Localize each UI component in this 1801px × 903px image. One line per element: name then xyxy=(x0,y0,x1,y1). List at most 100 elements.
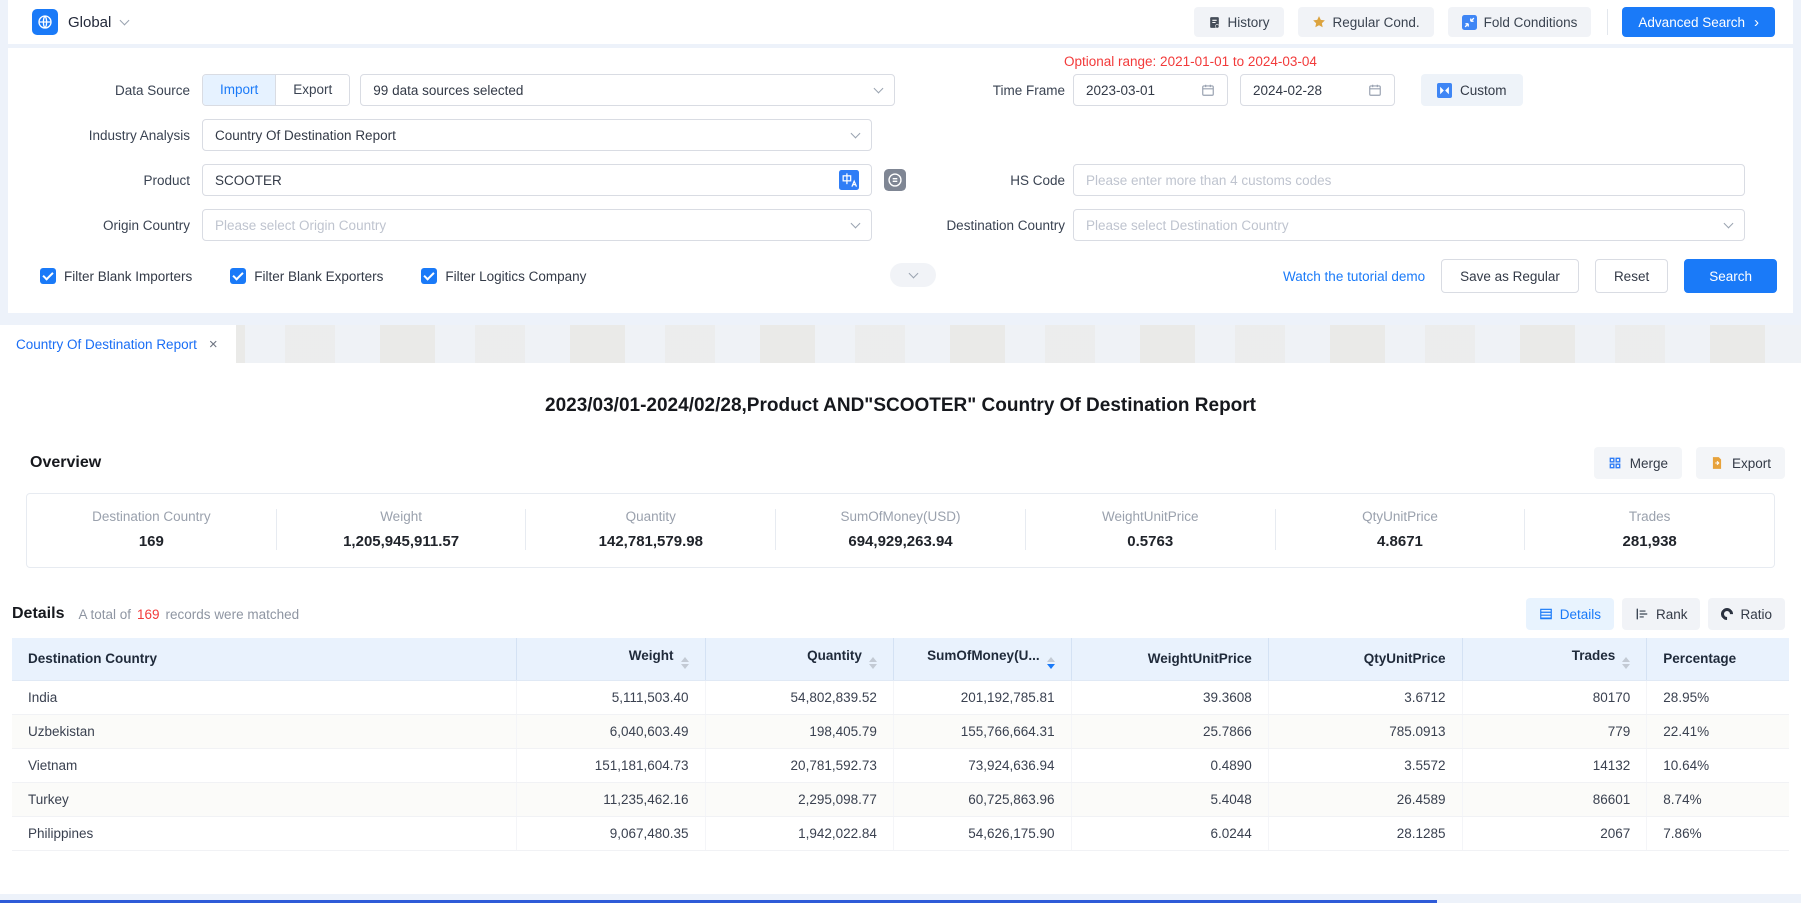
custom-range-button[interactable]: Custom xyxy=(1421,74,1523,106)
industry-analysis-value: Country Of Destination Report xyxy=(215,128,396,143)
total-count: 169 xyxy=(137,607,160,622)
chevron-down-icon xyxy=(851,129,861,139)
hs-code-input[interactable] xyxy=(1086,173,1732,188)
time-frame-label: Time Frame xyxy=(935,83,1065,98)
origin-country-placeholder: Please select Origin Country xyxy=(215,218,386,233)
chevron-right-icon: › xyxy=(1754,15,1759,30)
reset-button[interactable]: Reset xyxy=(1595,259,1668,293)
overview-actions: Merge Export xyxy=(1594,447,1785,479)
column-header-weight[interactable]: Weight xyxy=(517,638,705,680)
table-row[interactable]: Philippines9,067,480.351,942,022.8454,62… xyxy=(12,816,1789,850)
sort-icon[interactable] xyxy=(1047,657,1055,669)
checkbox-checked-icon xyxy=(421,268,437,284)
column-header-sumofmoney-u[interactable]: SumOfMoney(U... xyxy=(893,638,1071,680)
translate-icon[interactable] xyxy=(839,170,859,190)
cell-trades: 86601 xyxy=(1462,782,1647,816)
origin-country-label: Origin Country xyxy=(32,218,190,233)
filter-blank-exporters-checkbox[interactable]: Filter Blank Exporters xyxy=(230,268,383,284)
divider xyxy=(1607,9,1608,35)
stat-label: Quantity xyxy=(526,509,775,524)
table-row[interactable]: Vietnam151,181,604.7320,781,592.7373,924… xyxy=(12,748,1789,782)
cell-quantity: 20,781,592.73 xyxy=(705,748,893,782)
stat-label: QtyUnitPrice xyxy=(1276,509,1525,524)
end-date-input[interactable]: 2024-02-28 xyxy=(1240,74,1395,106)
details-heading: Details xyxy=(12,605,64,623)
cell-qtyunitprice: 26.4589 xyxy=(1268,782,1462,816)
destination-country-group: Destination Country Please select Destin… xyxy=(935,209,1745,241)
history-icon xyxy=(1208,16,1221,29)
custom-label: Custom xyxy=(1460,83,1507,98)
table-row[interactable]: India5,111,503.4054,802,839.52201,192,78… xyxy=(12,680,1789,714)
fold-conditions-button[interactable]: Fold Conditions xyxy=(1448,7,1592,37)
checkbox-label: Filter Blank Exporters xyxy=(254,269,383,284)
origin-country-select[interactable]: Please select Origin Country xyxy=(202,209,872,241)
cell-sumofmoney-u: 60,725,863.96 xyxy=(893,782,1071,816)
data-source-select[interactable]: 99 data sources selected xyxy=(360,74,895,106)
cell-trades: 14132 xyxy=(1462,748,1647,782)
checkbox-checked-icon xyxy=(230,268,246,284)
hs-code-group: HS Code xyxy=(935,164,1745,196)
table-row[interactable]: Turkey11,235,462.162,295,098.7760,725,86… xyxy=(12,782,1789,816)
history-button[interactable]: History xyxy=(1194,7,1284,37)
export-button[interactable]: Export xyxy=(1696,447,1785,479)
filter-blank-importers-checkbox[interactable]: Filter Blank Importers xyxy=(40,268,192,284)
region-switcher[interactable]: Global xyxy=(32,9,128,35)
chevron-down-icon xyxy=(1724,219,1734,229)
merge-button[interactable]: Merge xyxy=(1594,447,1682,479)
cell-sumofmoney-u: 155,766,664.31 xyxy=(893,714,1071,748)
calendar-icon xyxy=(1201,83,1215,97)
cell-weightunitprice: 5.4048 xyxy=(1071,782,1268,816)
search-button[interactable]: Search xyxy=(1684,259,1777,293)
import-tab[interactable]: Import xyxy=(203,75,275,105)
checkbox-checked-icon xyxy=(40,268,56,284)
cell-destination-country: Turkey xyxy=(12,782,517,816)
chevron-down-icon xyxy=(874,84,884,94)
table-row[interactable]: Uzbekistan6,040,603.49198,405.79155,766,… xyxy=(12,714,1789,748)
destination-country-placeholder: Please select Destination Country xyxy=(1086,218,1289,233)
data-source-label: Data Source xyxy=(32,83,190,98)
sort-icon[interactable] xyxy=(1622,657,1630,669)
export-icon xyxy=(1710,456,1724,470)
industry-analysis-select[interactable]: Country Of Destination Report xyxy=(202,119,872,151)
tutorial-link[interactable]: Watch the tutorial demo xyxy=(1283,269,1425,284)
total-prefix: A total of xyxy=(78,607,131,622)
overview-header: Overview Merge Export xyxy=(30,447,1785,479)
cell-sumofmoney-u: 201,192,785.81 xyxy=(893,680,1071,714)
destination-country-select[interactable]: Please select Destination Country xyxy=(1073,209,1745,241)
form-actions: Watch the tutorial demo Save as Regular … xyxy=(1283,259,1777,293)
details-table: Destination CountryWeightQuantitySumOfMo… xyxy=(12,638,1789,851)
chevron-down-icon xyxy=(851,219,861,229)
stat-label: Weight xyxy=(277,509,526,524)
cell-destination-country: Uzbekistan xyxy=(12,714,517,748)
time-frame-group: Time Frame 2023-03-01 2024-02-28 xyxy=(935,74,1745,106)
save-as-regular-button[interactable]: Save as Regular xyxy=(1441,259,1579,293)
row-data-source: Data Source Import Export 99 data source… xyxy=(32,74,1785,106)
column-header-quantity[interactable]: Quantity xyxy=(705,638,893,680)
start-date-input[interactable]: 2023-03-01 xyxy=(1073,74,1228,106)
stat-label: Destination Country xyxy=(27,509,276,524)
column-header-weightunitprice: WeightUnitPrice xyxy=(1071,638,1268,680)
overview-stats: Destination Country169Weight1,205,945,91… xyxy=(26,493,1775,568)
advanced-search-button[interactable]: Advanced Search › xyxy=(1622,7,1775,37)
report-content: 2023/03/01-2024/02/28,Product AND"SCOOTE… xyxy=(0,363,1801,894)
view-details-button[interactable]: Details xyxy=(1526,598,1614,630)
stat-value: 694,929,263.94 xyxy=(776,533,1025,550)
view-ratio-button[interactable]: Ratio xyxy=(1708,598,1785,630)
sort-icon[interactable] xyxy=(681,657,689,669)
tab-country-of-destination-report[interactable]: Country Of Destination Report × xyxy=(0,325,236,363)
collapse-conditions-button[interactable] xyxy=(890,263,936,287)
cell-destination-country: Philippines xyxy=(12,816,517,850)
cell-percentage: 22.41% xyxy=(1647,714,1789,748)
product-input[interactable] xyxy=(215,173,839,188)
regular-cond-button[interactable]: Regular Cond. xyxy=(1298,7,1434,37)
view-rank-button[interactable]: Rank xyxy=(1622,598,1701,630)
sort-icon[interactable] xyxy=(869,657,877,669)
filter-logitics-company-checkbox[interactable]: Filter Logitics Company xyxy=(421,268,586,284)
cell-trades: 80170 xyxy=(1462,680,1647,714)
exact-match-icon[interactable] xyxy=(884,165,914,195)
stat-destination-country: Destination Country169 xyxy=(27,509,276,550)
export-tab[interactable]: Export xyxy=(275,75,349,105)
search-form: Optional range: 2021-01-01 to 2024-03-04… xyxy=(8,48,1793,313)
column-header-trades[interactable]: Trades xyxy=(1462,638,1647,680)
close-icon[interactable]: × xyxy=(209,336,218,353)
